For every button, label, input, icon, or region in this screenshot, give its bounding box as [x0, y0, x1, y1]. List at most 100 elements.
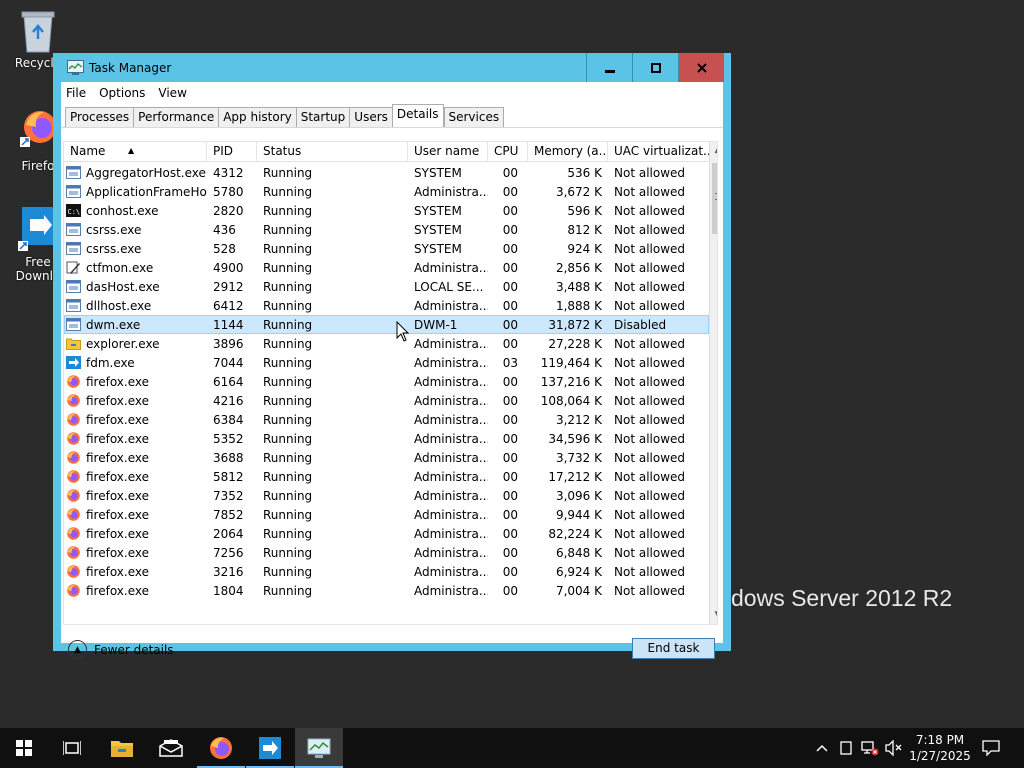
menu-options[interactable]: Options [99, 86, 145, 100]
memory-cell: 536 K [567, 165, 602, 180]
menu-view[interactable]: View [158, 86, 186, 100]
table-row[interactable]: AggregatorHost.exe 4312 Running SYSTEM 00 536… [64, 163, 709, 182]
clock[interactable]: 7:18 PM 1/27/2025 [905, 732, 975, 764]
pid-cell: 1804 [213, 583, 244, 598]
tab-users[interactable]: Users [349, 107, 392, 128]
user-name-cell: Administra... [414, 298, 488, 313]
table-row[interactable]: firefox.exe 2064 Running Administra... 00 82,… [64, 524, 709, 543]
folder-icon [66, 338, 81, 350]
vertical-scrollbar[interactable]: ▲ ▼ [709, 142, 717, 624]
menu-file[interactable]: File [66, 86, 86, 100]
uac-virtualization-cell: Not allowed [614, 374, 686, 389]
application-icon [66, 166, 81, 179]
process-name: firefox.exe [86, 507, 150, 522]
user-name-cell: SYSTEM [414, 165, 462, 180]
process-name: ApplicationFrameHo... [86, 184, 207, 199]
show-hidden-icons-button[interactable] [815, 728, 829, 768]
table-row[interactable]: firefox.exe 4216 Running Administra... 00 108… [64, 391, 709, 410]
table-row[interactable]: firefox.exe 6164 Running Administra... 00 137… [64, 372, 709, 391]
task-manager-icon [307, 738, 331, 758]
table-row[interactable]: firefox.exe 7256 Running Administra... 00 6,8… [64, 543, 709, 562]
taskbar-firefox[interactable] [197, 728, 245, 768]
column-header-cpu[interactable]: CPU [488, 142, 528, 162]
memory-cell: 27,228 K [548, 336, 602, 351]
table-row[interactable]: C:\ conhost.exe 2820 Running SYSTEM 00 596 K No… [64, 201, 709, 220]
tab-strip: Processes Performance App history Startu… [65, 104, 505, 128]
pid-cell: 5812 [213, 469, 244, 484]
status-cell: Running [263, 583, 313, 598]
table-row[interactable]: firefox.exe 6384 Running Administra... 00 3,2… [64, 410, 709, 429]
status-cell: Running [263, 355, 313, 370]
close-icon [696, 62, 707, 73]
table-row[interactable]: firefox.exe 3688 Running Administra... 00 3,7… [64, 448, 709, 467]
action-center-button[interactable] [982, 728, 1000, 768]
pid-cell: 6384 [213, 412, 244, 427]
column-header-uac[interactable]: UAC virtualizat... [608, 142, 709, 162]
uac-virtualization-cell: Not allowed [614, 564, 686, 579]
memory-cell: 812 K [567, 222, 602, 237]
uac-virtualization-cell: Not allowed [614, 336, 686, 351]
start-button[interactable] [0, 728, 48, 768]
process-name-cell: firefox.exe [64, 527, 207, 541]
minimize-button[interactable] [586, 53, 632, 82]
taskbar-file-explorer[interactable] [98, 728, 146, 768]
memory-cell: 17,212 K [548, 469, 602, 484]
pid-cell: 3896 [213, 336, 244, 351]
table-row[interactable]: firefox.exe 7852 Running Administra... 00 9,9… [64, 505, 709, 524]
tray-volume-icon[interactable] [885, 728, 903, 768]
status-cell: Running [263, 393, 313, 408]
process-name: AggregatorHost.exe [86, 165, 206, 180]
scroll-thumb[interactable] [712, 163, 717, 234]
taskbar-mail[interactable] [147, 728, 195, 768]
column-header-name[interactable]: Name ▲ [64, 142, 207, 162]
title-bar[interactable]: Task Manager [53, 53, 731, 82]
table-row[interactable]: dasHost.exe 2912 Running LOCAL SE... 00 3,488… [64, 277, 709, 296]
scroll-up-icon[interactable]: ▲ [710, 142, 717, 159]
cpu-cell: 00 [502, 488, 518, 503]
tab-app-history[interactable]: App history [218, 107, 296, 128]
cpu-cell: 00 [502, 184, 518, 199]
table-row[interactable]: firefox.exe 7352 Running Administra... 00 3,0… [64, 486, 709, 505]
table-row[interactable]: firefox.exe 5352 Running Administra... 00 34,… [64, 429, 709, 448]
process-name: firefox.exe [86, 564, 150, 579]
column-header-user-name[interactable]: User name [408, 142, 488, 162]
fewer-details-button[interactable]: ▲ Fewer details [68, 640, 174, 659]
tab-details[interactable]: Details [391, 104, 444, 128]
tab-startup[interactable]: Startup [295, 107, 350, 128]
tab-performance[interactable]: Performance [133, 107, 219, 128]
user-name-cell: Administra... [414, 412, 488, 427]
tab-services[interactable]: Services [443, 107, 505, 128]
taskbar-task-manager[interactable] [295, 728, 343, 768]
column-header-pid[interactable]: PID [207, 142, 257, 162]
column-header-status[interactable]: Status [257, 142, 408, 162]
table-row[interactable]: explorer.exe 3896 Running Administra... 00 27… [64, 334, 709, 353]
table-row[interactable]: csrss.exe 436 Running SYSTEM 00 812 K Not allo… [64, 220, 709, 239]
process-name-cell: AggregatorHost.exe [64, 166, 207, 180]
task-view-button[interactable] [48, 728, 96, 768]
scroll-down-icon[interactable]: ▼ [710, 607, 717, 624]
table-row[interactable]: csrss.exe 528 Running SYSTEM 00 924 K Not allo… [64, 239, 709, 258]
application-icon [66, 223, 81, 236]
table-row[interactable]: ApplicationFrameHo... 5780 Running Administ… [64, 182, 709, 201]
close-button[interactable] [678, 53, 724, 82]
end-task-button[interactable]: End task [632, 638, 715, 659]
process-rows: AggregatorHost.exe 4312 Running SYSTEM 00 536… [64, 163, 709, 600]
task-manager-icon [67, 60, 84, 75]
taskbar-free-download-manager[interactable] [246, 728, 294, 768]
column-header-memory[interactable]: Memory (a... [528, 142, 608, 162]
table-row[interactable]: firefox.exe 5812 Running Administra... 00 17,… [64, 467, 709, 486]
tab-divider [61, 127, 723, 128]
tray-tablet-icon[interactable] [839, 728, 853, 768]
user-name-cell: Administra... [414, 488, 488, 503]
table-row[interactable]: dwm.exe 1144 Running DWM-1 00 31,872 K Disable… [64, 315, 709, 334]
table-row[interactable]: dllhost.exe 6412 Running Administra... 00 1,8… [64, 296, 709, 315]
table-row[interactable]: firefox.exe 1804 Running Administra... 00 7,0… [64, 581, 709, 600]
maximize-button[interactable] [632, 53, 678, 82]
pid-cell: 5352 [213, 431, 244, 446]
table-row[interactable]: ctfmon.exe 4900 Running Administra... 00 2,85… [64, 258, 709, 277]
table-row[interactable]: firefox.exe 3216 Running Administra... 00 6,9… [64, 562, 709, 581]
tab-processes[interactable]: Processes [65, 107, 134, 128]
tray-network-icon[interactable] [861, 728, 879, 768]
table-row[interactable]: fdm.exe 7044 Running Administra... 03 119,464… [64, 353, 709, 372]
free-download-manager-icon [259, 737, 281, 759]
